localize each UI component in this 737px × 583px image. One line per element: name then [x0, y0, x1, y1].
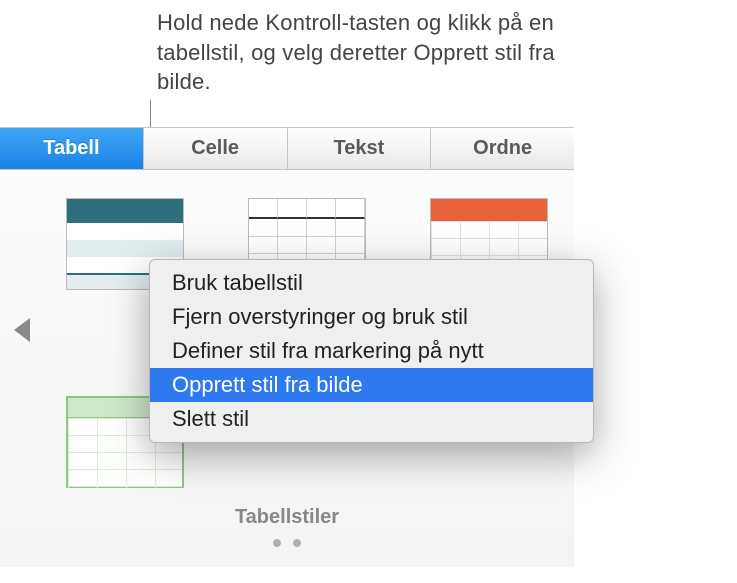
tab-bar: Tabell Celle Tekst Ordne	[0, 128, 574, 170]
styles-section-title: Tabellstiler	[0, 506, 574, 529]
pager-dot-icon	[273, 539, 281, 547]
menu-item-apply-style[interactable]: Bruk tabellstil	[150, 266, 593, 300]
menu-item-redefine-style[interactable]: Definer stil fra markering på nytt	[150, 334, 593, 368]
callout-text: Hold nede Kontroll-tasten og klikk på en…	[157, 8, 587, 97]
menu-item-clear-overrides[interactable]: Fjern overstyringer og bruk stil	[150, 300, 593, 334]
tab-ordne[interactable]: Ordne	[431, 128, 574, 169]
menu-item-delete-style[interactable]: Slett stil	[150, 402, 593, 436]
tab-tabell[interactable]: Tabell	[0, 128, 144, 169]
tab-tekst[interactable]: Tekst	[288, 128, 432, 169]
table-style-context-menu: Bruk tabellstil Fjern overstyringer og b…	[149, 259, 594, 443]
tab-celle[interactable]: Celle	[144, 128, 288, 169]
menu-item-create-style-from-image[interactable]: Opprett stil fra bilde	[150, 368, 593, 402]
styles-pager-dots[interactable]	[0, 534, 574, 552]
prev-styles-arrow-icon[interactable]	[14, 318, 30, 342]
pager-dot-icon	[293, 539, 301, 547]
